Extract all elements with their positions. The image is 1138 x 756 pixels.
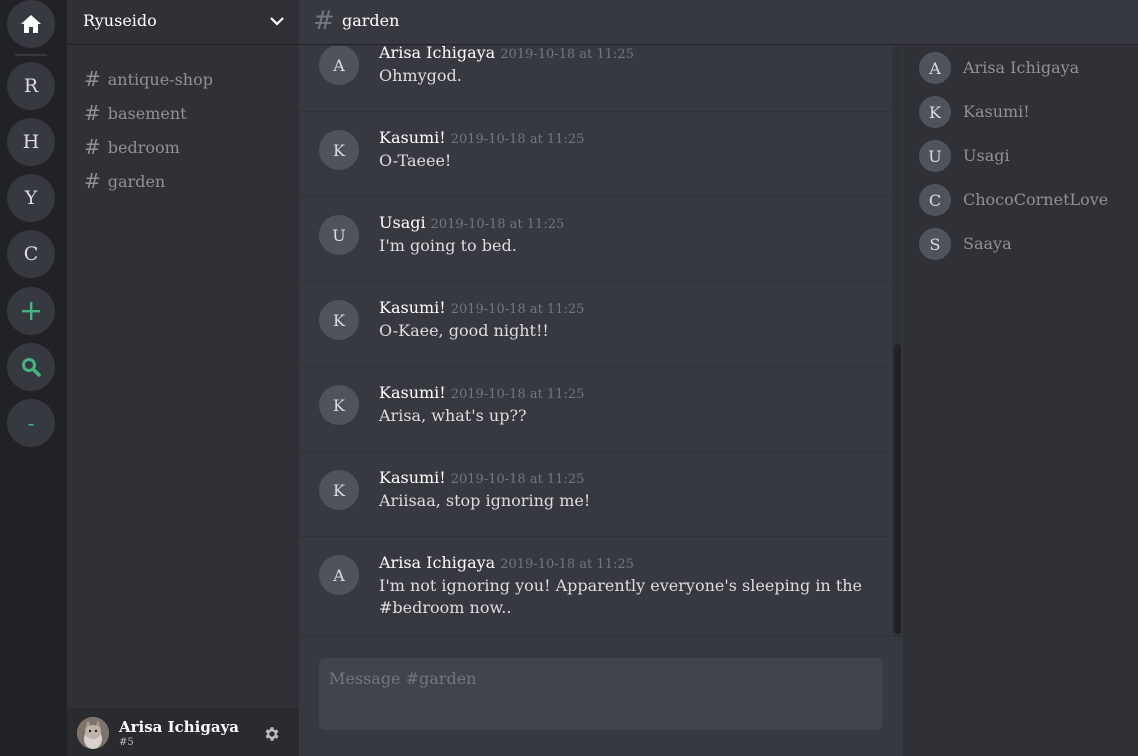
member-list: A Arisa Ichigaya K Kasumi! U Usagi C Cho… [903,46,1138,756]
member-item[interactable]: K Kasumi! [919,96,1129,128]
member-item[interactable]: A Arisa Ichigaya [919,52,1129,84]
message: K Kasumi! 2019-10-18 at 11:25 O-Taeee! [299,112,891,197]
composer-area [299,636,903,756]
avatar[interactable]: K [319,300,359,340]
message-text: Arisa, what's up?? [379,406,527,425]
avatar[interactable]: U [319,215,359,255]
channel-hash-icon: # [313,6,335,36]
avatar[interactable]: A [319,555,359,595]
message-author[interactable]: Kasumi! [379,468,446,487]
channel-garden[interactable]: # garden [84,169,165,193]
message: K Kasumi! 2019-10-18 at 11:25 Ariisaa, st… [299,452,891,537]
message: A Arisa Ichigaya 2019-10-18 at 11:25 Ohmy… [299,46,891,112]
message-list: A Arisa Ichigaya 2019-10-18 at 11:25 Ohmy… [299,46,903,636]
rail-separator [15,54,47,56]
message-text: O-Kaee, good night!! [379,321,549,340]
message-timestamp: 2019-10-18 at 11:25 [450,302,585,317]
member-item[interactable]: U Usagi [919,140,1129,172]
server-name: Ryuseido [83,11,157,30]
message-author[interactable]: Usagi [379,213,426,232]
home-button[interactable] [7,0,55,48]
server-header[interactable]: Ryuseido [67,0,299,45]
avatar[interactable]: K [319,385,359,425]
message-timestamp: 2019-10-18 at 11:25 [430,217,565,232]
message-text: O-Taeee! [379,151,452,170]
avatar: C [919,184,951,216]
server-h-button[interactable]: H [7,118,55,166]
message-timestamp: 2019-10-18 at 11:25 [450,387,585,402]
message-timestamp: 2019-10-18 at 11:25 [500,557,634,572]
chevron-down-icon[interactable] [269,13,285,29]
minus-button[interactable]: - [7,399,55,447]
avatar: S [919,228,951,260]
avatar[interactable]: K [319,470,359,510]
gear-icon[interactable] [263,725,281,743]
channel-label: antique-shop [107,69,213,89]
channel-label: garden [107,171,166,191]
channel-bedroom[interactable]: # bedroom [84,135,180,159]
member-name: Saaya [963,234,1012,253]
member-name: ChocoCornetLove [963,190,1109,209]
channel-antique-shop[interactable]: # antique-shop [84,67,213,91]
channel-header: # garden [299,0,1138,45]
avatar[interactable] [77,717,109,749]
user-panel: Arisa Ichigaya #5 [67,708,299,756]
avatar: K [919,96,951,128]
server-r-button[interactable]: R [7,62,55,110]
member-name: Kasumi! [963,102,1030,121]
message: U Usagi 2019-10-18 at 11:25 I'm going to … [299,197,891,282]
search-icon [22,358,41,377]
member-item[interactable]: C ChocoCornetLove [919,184,1129,216]
message-author[interactable]: Kasumi! [379,298,446,317]
message-text: I'm going to bed. [379,236,517,255]
message: K Kasumi! 2019-10-18 at 11:25 Arisa, what… [299,367,891,452]
channel-hash-icon: # [84,101,101,125]
current-user-tag: #5 [119,737,134,748]
avatar[interactable]: K [319,130,359,170]
server-y-button[interactable]: Y [7,174,55,222]
message-author[interactable]: Arisa Ichigaya [379,46,495,62]
plus-icon [22,302,40,320]
message-author[interactable]: Arisa Ichigaya [379,553,495,572]
channel-sidebar: Ryuseido # antique-shop # basement # bed… [67,0,299,756]
message-author[interactable]: Kasumi! [379,383,446,402]
explore-servers-button[interactable] [7,343,55,391]
member-name: Arisa Ichigaya [963,58,1080,77]
server-rail: R H Y C - [0,0,67,756]
message-text: I'm not ignoring you! Apparently everyon… [379,576,863,617]
channel-label: bedroom [107,137,180,157]
channel-title: garden [342,11,400,30]
member-item[interactable]: S Saaya [919,228,1129,260]
member-name: Usagi [963,146,1010,165]
add-server-button[interactable] [7,287,55,335]
avatar[interactable]: A [319,46,359,85]
message: A Arisa Ichigaya 2019-10-18 at 11:25 I'm … [299,537,891,636]
message: K Kasumi! 2019-10-18 at 11:25 O-Kaee, goo… [299,282,891,367]
message-timestamp: 2019-10-18 at 11:25 [450,472,585,487]
current-user-name: Arisa Ichigaya [119,718,240,736]
message-timestamp: 2019-10-18 at 11:25 [500,47,634,62]
cat-avatar-image [77,717,109,749]
channel-hash-icon: # [84,67,101,91]
message-author[interactable]: Kasumi! [379,128,446,147]
channel-hash-icon: # [84,169,101,193]
channel-hash-icon: # [84,135,101,159]
message-text: Ohmygod. [379,66,462,85]
message-text: Ariisaa, stop ignoring me! [379,491,591,510]
home-icon [21,15,41,33]
message-timestamp: 2019-10-18 at 11:25 [450,132,585,147]
message-input[interactable] [319,658,883,730]
avatar: U [919,140,951,172]
server-c-button[interactable]: C [7,230,55,278]
channel-basement[interactable]: # basement [84,101,187,125]
avatar: A [919,52,951,84]
scrollbar-thumb[interactable] [894,344,901,634]
channel-label: basement [107,103,187,123]
